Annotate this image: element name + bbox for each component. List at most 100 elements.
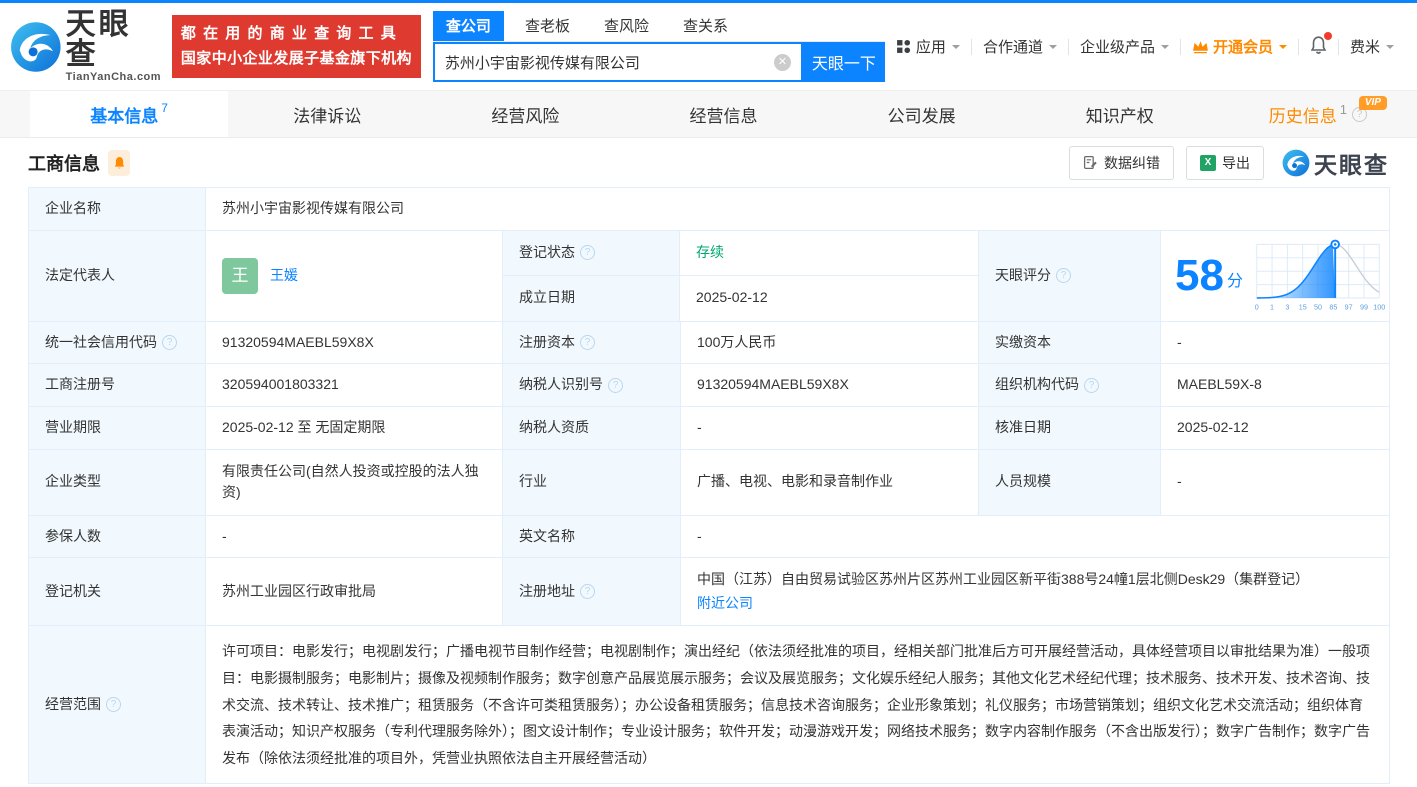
help-icon[interactable]: ?: [580, 335, 595, 351]
tianyancha-logo[interactable]: 天眼查 TianYanCha.com: [10, 10, 164, 83]
subscribe-bell-button[interactable]: [108, 149, 130, 176]
chevron-down-icon: [1386, 44, 1394, 53]
nav-partner[interactable]: 合作通道: [972, 36, 1068, 57]
search-block: 查公司 查老板 查风险 查关系 ✕ 天眼一下: [432, 11, 885, 82]
approval-date-value: 2025-02-12: [1160, 406, 1390, 450]
tab-legal[interactable]: 法律诉讼: [228, 91, 426, 137]
crown-icon: [1193, 41, 1208, 54]
table-row: 登记机关 苏州工业园区行政审批局 注册地址? 中国（江苏）自由贸易试验区苏州片区…: [28, 557, 1390, 627]
tab-operating-info[interactable]: 经营信息: [624, 91, 822, 137]
company-tabs: 基本信息 7 法律诉讼 经营风险 经营信息 公司发展 知识产权 VIP 历史信息…: [0, 90, 1417, 138]
reg-address-cell: 中国（江苏）自由贸易试验区苏州片区苏州工业园区新平街388号24幢1层北侧Des…: [680, 557, 1390, 627]
reg-capital-value: 100万人民币: [680, 320, 979, 365]
reg-capital-label: 注册资本?: [502, 320, 681, 365]
help-icon[interactable]: ?: [580, 245, 595, 261]
nav-user[interactable]: 费米: [1339, 36, 1405, 57]
data-correction-button[interactable]: 数据纠错: [1069, 145, 1174, 180]
search-tab-risk[interactable]: 查风险: [591, 11, 662, 41]
legal-rep-avatar[interactable]: 王: [222, 257, 258, 294]
table-row: 企业名称 苏州小宇宙影视传媒有限公司: [28, 187, 1390, 231]
reg-authority-label: 登记机关: [28, 557, 206, 627]
table-row: 统一社会信用代码? 91320594MAEBL59X8X 注册资本? 100万人…: [28, 320, 1390, 365]
nav-enterprise[interactable]: 企业级产品: [1069, 36, 1180, 57]
chevron-down-icon: [1278, 44, 1287, 53]
business-term-value: 2025-02-12 至 无固定期限: [205, 406, 503, 450]
staff-size-label: 人员规模: [978, 448, 1161, 516]
search-input[interactable]: [444, 53, 774, 71]
watermark-text: 天眼查: [1314, 151, 1389, 178]
help-icon[interactable]: ?: [106, 697, 121, 713]
score-unit: 分: [1226, 273, 1243, 291]
search-tab-boss[interactable]: 查老板: [512, 11, 583, 41]
table-row: 营业期限 2025-02-12 至 无固定期限 纳税人资质 - 核准日期 202…: [28, 406, 1390, 450]
table-row: 经营范围? 许可项目：电影发行；电视剧发行；广播电视节目制作经营；电视剧制作；演…: [28, 625, 1390, 785]
nav-apps[interactable]: 应用: [885, 36, 971, 57]
export-label: 导出: [1222, 154, 1250, 171]
staff-size-value: -: [1160, 448, 1390, 516]
brand-slogan: 都在用的商业查询工具 国家中小企业发展子基金旗下机构: [171, 15, 421, 78]
business-scope-value: 许可项目：电影发行；电视剧发行；广播电视节目制作经营；电视剧制作；演出经纪（依法…: [205, 625, 1390, 785]
help-icon[interactable]: ?: [608, 377, 623, 393]
tab-operating-risk-label: 经营风险: [491, 106, 560, 126]
svg-text:15: 15: [1299, 303, 1307, 311]
tab-history-info-count: 1: [1339, 101, 1348, 117]
table-row: 参保人数 - 英文名称 -: [28, 514, 1390, 559]
nearby-companies-link[interactable]: 附近公司: [697, 595, 753, 611]
org-code-label: 组织机构代码?: [978, 363, 1161, 408]
tab-intellectual-property-label: 知识产权: [1085, 106, 1154, 126]
notifications-bell[interactable]: [1299, 31, 1338, 59]
tab-basic-info-count: 7: [161, 101, 168, 115]
reg-authority-value: 苏州工业园区行政审批局: [205, 557, 503, 627]
svg-text:1: 1: [1270, 303, 1274, 311]
vip-badge: VIP: [1358, 96, 1387, 110]
tab-basic-info[interactable]: 基本信息 7: [30, 91, 229, 137]
chevron-down-icon: [1160, 44, 1169, 53]
tab-company-development[interactable]: 公司发展: [823, 91, 1021, 137]
legal-rep-label: 法定代表人: [28, 229, 206, 322]
reg-address-label: 注册地址?: [502, 557, 681, 627]
industry-label: 行业: [502, 448, 681, 516]
tab-operating-info-label: 经营信息: [689, 106, 758, 126]
tab-history-info[interactable]: VIP 历史信息 1 ?: [1219, 91, 1417, 137]
nav-enterprise-label: 企业级产品: [1079, 39, 1155, 56]
slogan-line1: 都在用的商业查询工具: [180, 25, 403, 43]
section-title: 工商信息: [28, 153, 100, 174]
clear-search-icon[interactable]: ✕: [773, 53, 791, 71]
section-header: 工商信息 数据纠错 X 导出 天眼查: [0, 138, 1417, 187]
credit-code-label: 统一社会信用代码?: [28, 320, 206, 365]
help-icon[interactable]: ?: [1056, 268, 1071, 284]
site-header: 天眼查 TianYanCha.com 都在用的商业查询工具 国家中小企业发展子基…: [0, 3, 1417, 90]
watermark-logo: 天眼查: [1282, 146, 1389, 180]
score-number: 58: [1175, 250, 1224, 300]
establish-date-label: 成立日期: [503, 275, 680, 321]
company-type-label: 企业类型: [28, 448, 206, 516]
business-info-table: 企业名称 苏州小宇宙影视传媒有限公司 法定代表人 王 王媛 登记状态? 存续 成…: [28, 187, 1390, 785]
nav-open-vip[interactable]: 开通会员: [1181, 36, 1298, 57]
export-button[interactable]: X 导出: [1186, 145, 1264, 180]
help-icon[interactable]: ?: [580, 584, 595, 600]
help-icon[interactable]: ?: [1084, 377, 1099, 393]
svg-text:99: 99: [1360, 303, 1368, 311]
establish-date-value: 2025-02-12: [696, 289, 768, 306]
tab-operating-risk[interactable]: 经营风险: [426, 91, 624, 137]
top-nav: 应用 合作通道 企业级产品 开通会员 费米: [885, 31, 1405, 59]
search-tab-relation[interactable]: 查关系: [670, 11, 741, 41]
tab-intellectual-property[interactable]: 知识产权: [1021, 91, 1219, 137]
tianyan-score-label: 天眼评分?: [978, 229, 1161, 322]
taxpayer-quality-value: -: [680, 406, 979, 450]
paid-capital-value: -: [1160, 320, 1390, 365]
nav-apps-label: 应用: [915, 39, 946, 56]
svg-text:50: 50: [1314, 303, 1322, 311]
svg-text:100: 100: [1373, 303, 1385, 311]
search-button[interactable]: 天眼一下: [802, 42, 885, 82]
business-term-label: 营业期限: [28, 406, 206, 450]
insured-count-value: -: [205, 514, 503, 559]
svg-text:3: 3: [1285, 303, 1289, 311]
apps-grid-icon: [896, 39, 910, 54]
search-tabs: 查公司 查老板 查风险 查关系: [432, 11, 885, 42]
legal-rep-name-link[interactable]: 王媛: [270, 265, 298, 287]
help-icon[interactable]: ?: [162, 335, 177, 351]
svg-text:85: 85: [1329, 303, 1337, 311]
search-tab-company[interactable]: 查公司: [432, 11, 504, 41]
tianyancha-logo-icon: [11, 21, 61, 72]
